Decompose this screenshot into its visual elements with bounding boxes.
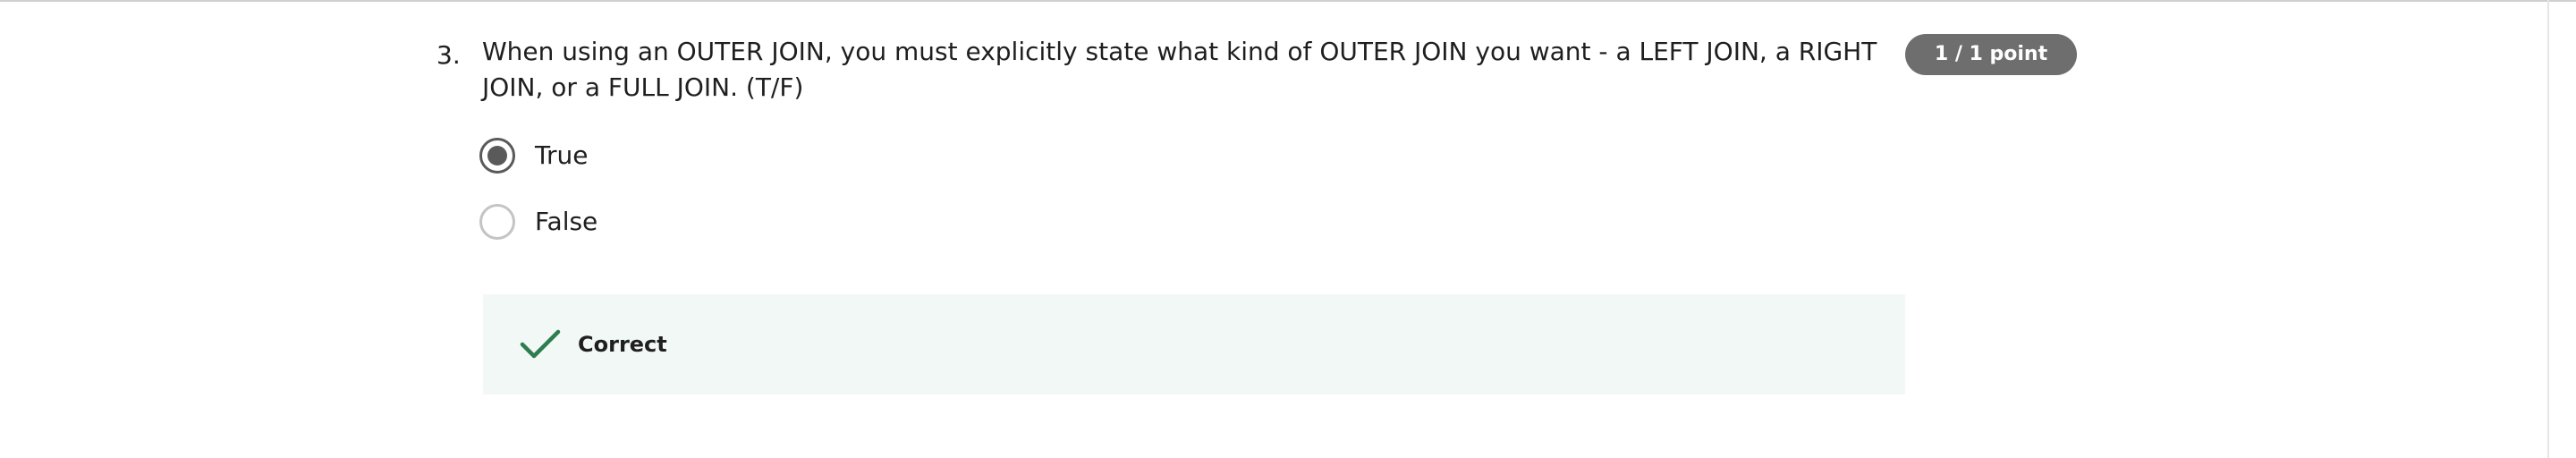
check-icon	[519, 327, 562, 362]
question-number: 3.	[436, 40, 461, 70]
points-badge: 1 / 1 point	[1905, 34, 2077, 75]
option-false[interactable]: False	[479, 202, 597, 242]
option-label-false: False	[535, 207, 598, 236]
radio-button-true[interactable]	[479, 138, 515, 174]
option-true[interactable]: True	[479, 136, 588, 175]
radio-button-false[interactable]	[479, 204, 515, 240]
quiz-page: 3. When using an OUTER JOIN, you must ex…	[0, 0, 2576, 458]
question-text: When using an OUTER JOIN, you must expli…	[482, 37, 1877, 102]
option-label-true: True	[535, 140, 589, 170]
top-divider	[0, 0, 2576, 2]
feedback-panel: Correct	[483, 294, 1905, 394]
feedback-label: Correct	[578, 332, 667, 357]
scrollbar-track[interactable]	[2547, 0, 2549, 458]
radio-selected-dot	[487, 146, 507, 165]
